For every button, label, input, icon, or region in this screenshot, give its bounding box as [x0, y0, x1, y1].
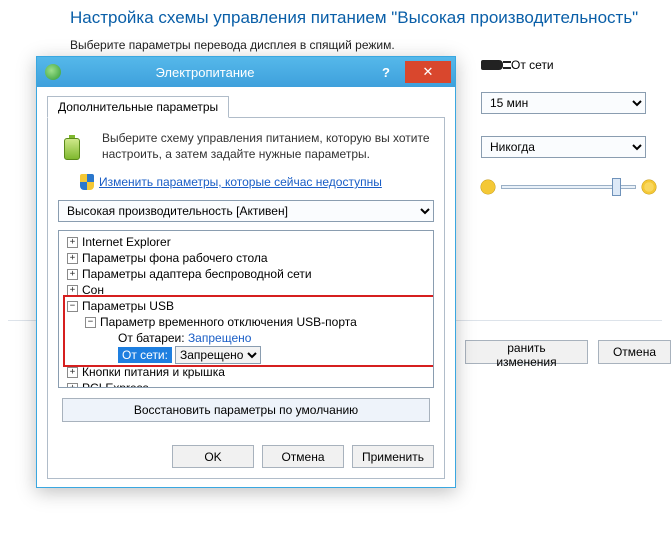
display-off-select[interactable]: 15 мин	[481, 92, 646, 114]
change-unavailable-link[interactable]: Изменить параметры, которые сейчас недос…	[99, 175, 382, 189]
tree-node[interactable]: PCI Express	[82, 380, 149, 388]
apply-button[interactable]: Применить	[352, 445, 434, 468]
on-battery-value[interactable]: Запрещено	[188, 330, 251, 346]
expand-icon[interactable]: +	[67, 285, 78, 296]
plugged-in-value-select[interactable]: Запрещено	[175, 346, 261, 364]
close-button[interactable]	[405, 61, 451, 83]
brightness-thumb[interactable]	[612, 178, 621, 196]
ok-button[interactable]: OK	[172, 445, 254, 468]
help-button[interactable]: ?	[369, 65, 403, 80]
expand-icon[interactable]: +	[67, 383, 78, 389]
tab-advanced[interactable]: Дополнительные параметры	[47, 96, 229, 118]
dialog-description: Выберите схему управления питанием, кото…	[102, 130, 434, 164]
expand-icon[interactable]: +	[67, 237, 78, 248]
right-settings-panel: От сети 15 мин Никогда	[481, 58, 656, 194]
page-title: Настройка схемы управления питанием "Выс…	[70, 8, 661, 28]
tree-node[interactable]: Кнопки питания и крышка	[82, 364, 225, 380]
expand-icon[interactable]: +	[67, 269, 78, 280]
sun-dim-icon	[481, 180, 495, 194]
shield-icon	[80, 174, 94, 190]
save-changes-button[interactable]: ранить изменения	[465, 340, 588, 364]
on-battery-label: От батареи:	[118, 330, 185, 346]
collapse-icon[interactable]: −	[67, 301, 78, 312]
power-options-dialog: Электропитание ? Дополнительные параметр…	[36, 56, 456, 488]
brightness-slider-row	[481, 180, 656, 194]
sun-bright-icon	[642, 180, 656, 194]
collapse-icon[interactable]: −	[85, 317, 96, 328]
tree-node-usb[interactable]: Параметры USB	[82, 298, 174, 314]
plugged-in-label: От сети:	[118, 347, 172, 363]
tree-node-usb-suspend[interactable]: Параметр временного отключения USB-порта	[100, 314, 357, 330]
power-plan-select[interactable]: Высокая производительность [Активен]	[58, 200, 434, 222]
tree-node[interactable]: Сон	[82, 282, 104, 298]
dialog-title: Электропитание	[41, 65, 369, 80]
expand-icon[interactable]: +	[67, 253, 78, 264]
cancel-button[interactable]: Отмена	[262, 445, 344, 468]
bg-cancel-button[interactable]: Отмена	[598, 340, 671, 364]
tree-node[interactable]: Internet Explorer	[82, 234, 171, 250]
power-source-label: От сети	[511, 58, 554, 72]
expand-icon[interactable]: +	[67, 367, 78, 378]
tab-panel: Выберите схему управления питанием, кото…	[47, 117, 445, 479]
tree-node[interactable]: Параметры адаптера беспроводной сети	[82, 266, 312, 282]
dialog-titlebar[interactable]: Электропитание ?	[37, 57, 455, 87]
settings-tree[interactable]: + Internet Explorer + Параметры фона рабоч…	[58, 230, 434, 388]
sleep-select[interactable]: Никогда	[481, 136, 646, 158]
tree-node[interactable]: Параметры фона рабочего стола	[82, 250, 268, 266]
plug-icon	[481, 60, 503, 70]
battery-icon	[58, 130, 92, 164]
page-subtitle: Выберите параметры перевода дисплея в сп…	[70, 38, 661, 52]
restore-defaults-button[interactable]: Восстановить параметры по умолчанию	[62, 398, 430, 422]
brightness-slider[interactable]	[501, 185, 636, 189]
